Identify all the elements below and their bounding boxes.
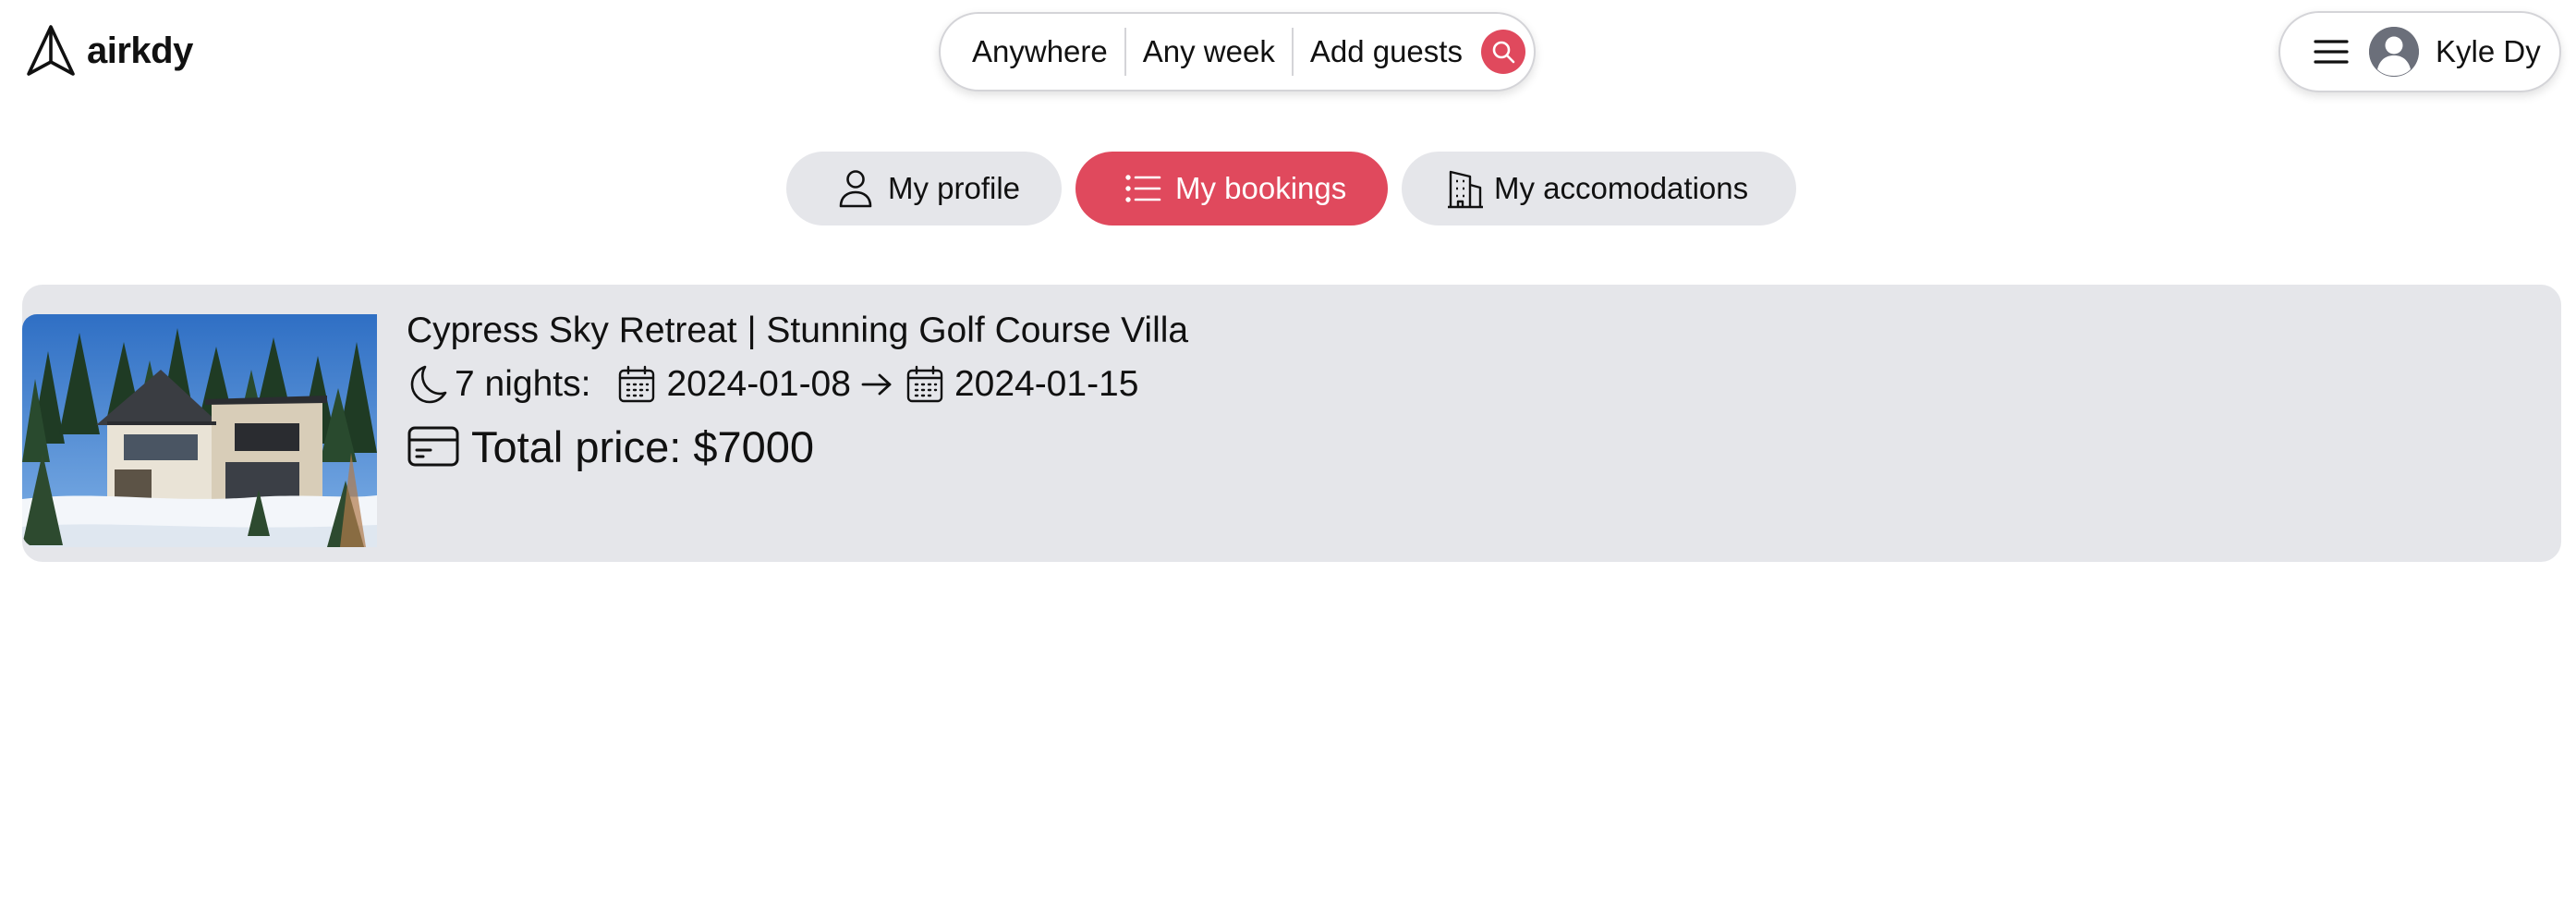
search-button[interactable] xyxy=(1480,30,1525,74)
search-guests[interactable]: Add guests xyxy=(1294,34,1479,69)
app-name: airkdy xyxy=(87,30,193,71)
tab-label: My profile xyxy=(888,171,1021,205)
search-when[interactable]: Any week xyxy=(1126,34,1292,69)
moon-icon xyxy=(410,365,447,404)
building-icon xyxy=(1448,170,1483,209)
user-name: Kyle Dy xyxy=(2436,34,2541,68)
paper-plane-icon xyxy=(27,25,75,76)
arrow-right-icon xyxy=(861,373,892,396)
booking-title: Cypress Sky Retreat | Stunning Golf Cour… xyxy=(407,311,1189,350)
nights-count: 7 nights: xyxy=(455,364,591,404)
tab-label: My accomodations xyxy=(1494,171,1749,205)
user-menu[interactable]: Kyle Dy xyxy=(2278,11,2561,92)
search-bar[interactable]: Anywhere Any week Add guests xyxy=(939,12,1536,91)
credit-card-icon xyxy=(407,426,459,467)
hamburger-menu-icon xyxy=(2314,40,2349,64)
avatar xyxy=(2369,27,2419,77)
tab-my-profile[interactable]: My profile xyxy=(786,152,1062,226)
tab-my-accomodations[interactable]: My accomodations xyxy=(1402,152,1796,226)
booking-price: Total price: $7000 xyxy=(407,414,814,479)
booking-card[interactable]: Cypress Sky Retreat | Stunning Golf Cour… xyxy=(22,285,2561,562)
app-logo[interactable]: airkdy xyxy=(26,24,193,78)
booking-photo xyxy=(22,314,377,547)
person-icon xyxy=(839,170,872,208)
calendar-icon xyxy=(906,365,943,403)
calendar-icon xyxy=(619,365,655,403)
top-header: airkdy Anywhere Any week Add guests Kyle… xyxy=(0,0,2576,104)
search-icon xyxy=(1492,41,1515,64)
list-icon xyxy=(1125,175,1161,202)
chalet-photo xyxy=(22,314,377,547)
total-price: Total price: $7000 xyxy=(471,421,815,471)
tab-label: My bookings xyxy=(1175,171,1347,205)
booking-dates: 7 nights: 2024-01-08 2024-01-15 xyxy=(407,359,1138,410)
check-in-date: 2024-01-08 xyxy=(666,364,851,404)
search-where[interactable]: Anywhere xyxy=(941,34,1124,69)
tab-my-bookings[interactable]: My bookings xyxy=(1075,152,1388,226)
account-tabs: My profile My bookings My accomodations xyxy=(0,152,2576,226)
user-avatar-icon xyxy=(2369,27,2419,77)
check-out-date: 2024-01-15 xyxy=(954,364,1139,404)
